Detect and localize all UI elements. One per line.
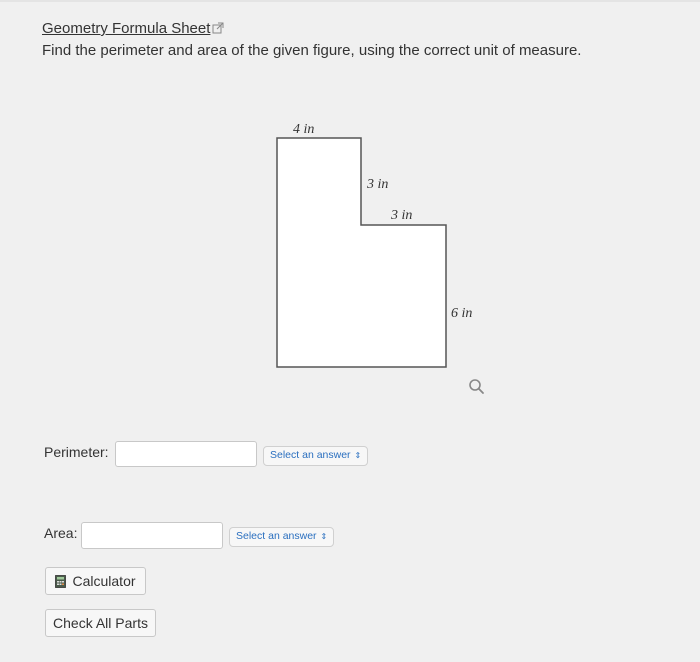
area-unit-select[interactable]: Select an answer ⇕ — [229, 527, 335, 547]
area-input[interactable] — [81, 522, 223, 549]
calculator-icon — [55, 574, 67, 588]
area-label: Area: — [44, 525, 78, 541]
l-shape-figure: 4 in 3 in 3 in 6 in — [276, 122, 472, 368]
perimeter-unit-select-label: Select an answer — [270, 449, 351, 461]
perimeter-label: Perimeter: — [44, 444, 109, 460]
chevron-updown-icon: ⇕ — [320, 532, 328, 541]
calculator-button-label: Calculator — [72, 573, 136, 589]
figure-outline — [276, 137, 447, 368]
check-all-parts-button[interactable]: Check All Parts — [45, 609, 156, 637]
label-top-side: 4 in — [293, 122, 314, 137]
label-inner-vertical-side: 3 in — [366, 177, 388, 192]
perimeter-unit-select[interactable]: Select an answer ⇕ — [263, 446, 369, 466]
calculator-button[interactable]: Calculator — [45, 567, 146, 595]
perimeter-input[interactable] — [115, 441, 257, 467]
check-all-parts-button-label: Check All Parts — [53, 615, 148, 631]
label-right-side: 6 in — [451, 306, 472, 321]
area-unit-select-label: Select an answer — [236, 530, 317, 542]
label-inner-horizontal-side: 3 in — [390, 208, 412, 223]
chevron-updown-icon: ⇕ — [354, 451, 362, 460]
magnify-icon[interactable] — [468, 378, 486, 396]
